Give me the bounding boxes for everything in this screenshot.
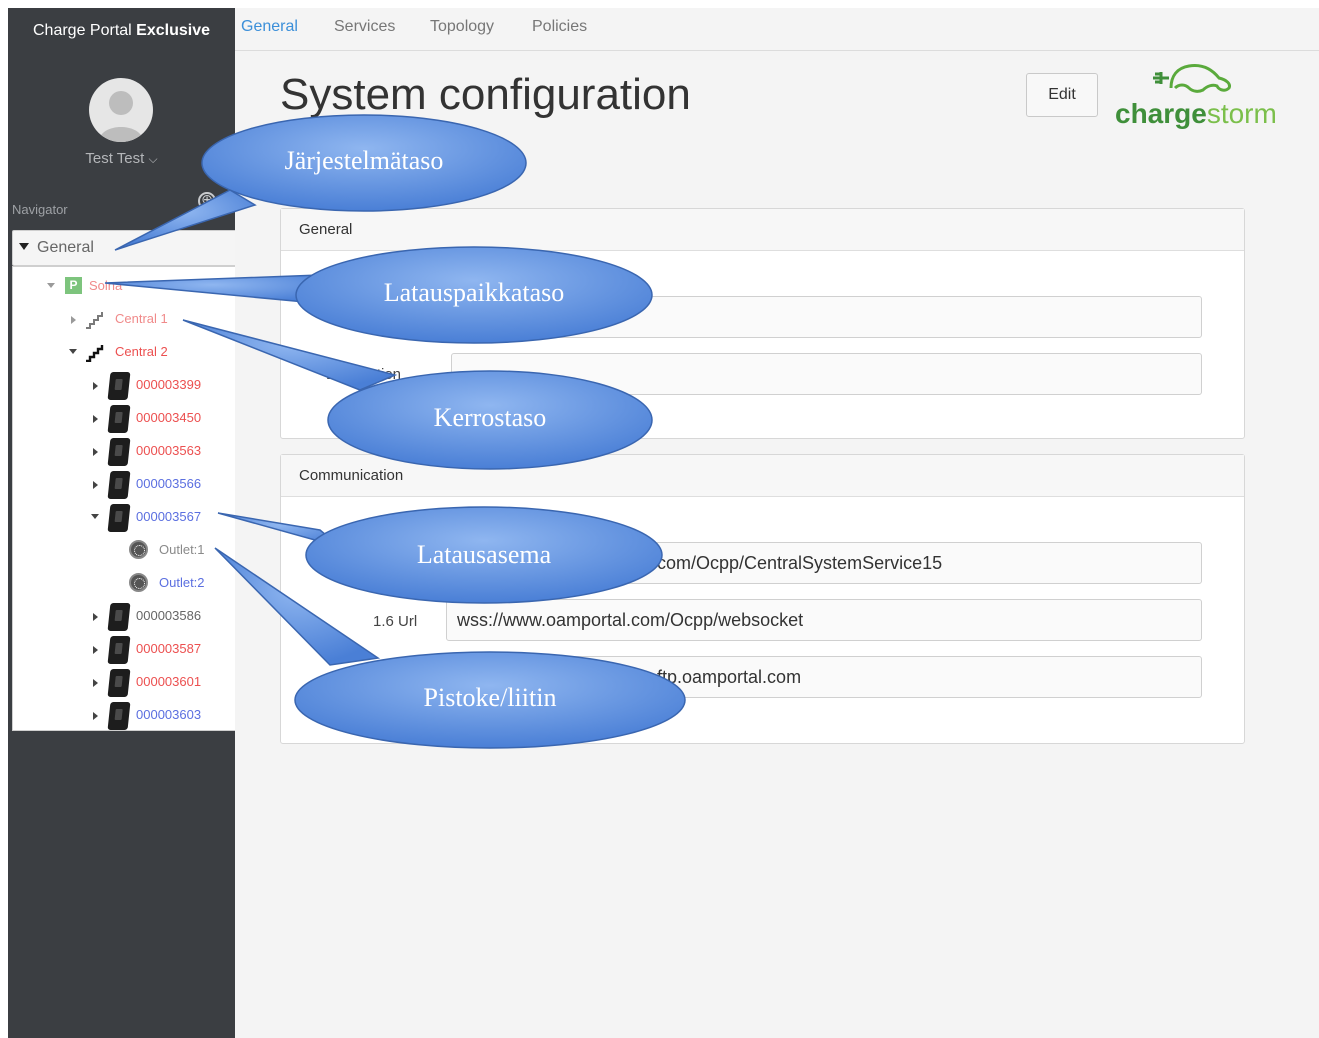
- tab-policies[interactable]: Policies: [532, 18, 587, 36]
- stairs-icon: [86, 345, 104, 362]
- callout-outlet-text: Pistoke/liitin: [423, 683, 557, 712]
- caret-down-icon: [19, 243, 29, 250]
- expand-caret-icon[interactable]: [93, 382, 98, 390]
- stairs-icon: [86, 312, 103, 329]
- user-name: Test Test: [85, 150, 145, 167]
- logo-rest: storm: [1206, 98, 1277, 129]
- logo-wordmark: chargestorm: [1115, 98, 1277, 130]
- expand-caret-icon[interactable]: [71, 316, 76, 324]
- parking-icon: P: [65, 277, 82, 294]
- ocpp16-url-label: 1.6 Url: [373, 613, 418, 630]
- chargestorm-logo: chargestorm: [1115, 54, 1290, 134]
- communication-panel-title: Communication: [299, 467, 404, 484]
- tree-node-floor[interactable]: Central 2: [69, 343, 249, 365]
- charger-icon: [107, 669, 131, 697]
- tree-node-label: Outlet:1: [159, 542, 205, 557]
- app-brand[interactable]: Charge Portal Exclusive: [8, 22, 235, 40]
- tree-node-label: 000003601: [136, 674, 202, 689]
- callout-site-level-text: Latauspaikkataso: [383, 278, 565, 307]
- tree-node-label: 000003566: [136, 476, 202, 491]
- ocpp16-url-value: wss://www.oamportal.com/Ocpp/websocket: [457, 610, 804, 630]
- tree-node-label: 000003587: [136, 641, 202, 656]
- charger-icon: [107, 405, 131, 433]
- tab-general[interactable]: General: [241, 18, 298, 36]
- tree-node-label: 000003567: [136, 509, 202, 524]
- add-icon[interactable]: ⊕: [198, 192, 216, 210]
- charger-icon: [107, 603, 131, 631]
- tab-bar: General Services Topology Policies: [235, 8, 1319, 51]
- sidebar: Charge Portal Exclusive Test Test ⌵ Navi…: [8, 8, 310, 1038]
- communication-panel-header: Communication: [281, 455, 1244, 497]
- charger-icon: [107, 636, 131, 664]
- avatar[interactable]: [89, 78, 153, 142]
- charger-icon: [107, 438, 131, 466]
- tree-node-label: Central 1: [115, 311, 168, 326]
- plug-car-icon: [1153, 64, 1231, 93]
- expand-caret-icon[interactable]: [93, 712, 98, 720]
- tree-node-label: Outlet:2: [159, 575, 205, 590]
- general-panel-title: General: [299, 221, 353, 238]
- user-menu[interactable]: Test Test ⌵: [8, 150, 235, 167]
- callout-station-text: Latausasema: [416, 540, 552, 569]
- tree-node-label: 000003586: [136, 608, 202, 623]
- tree-node-outlet[interactable]: Outlet:2: [129, 573, 249, 596]
- expand-caret-icon[interactable]: [69, 349, 77, 354]
- expand-caret-icon[interactable]: [93, 448, 98, 456]
- tree-node-label: Central 2: [115, 344, 168, 359]
- edit-button[interactable]: Edit: [1026, 73, 1098, 117]
- navigator-select-value: General: [37, 239, 94, 256]
- outlet-icon: [129, 573, 148, 592]
- callout-floor-level-text: Kerrostaso: [433, 403, 547, 432]
- brand-plain: Charge Portal: [33, 22, 132, 39]
- description-field[interactable]: [451, 353, 1202, 395]
- general-panel-header: General: [281, 209, 1244, 251]
- description-label: Description: [326, 366, 402, 383]
- outlet-icon: [129, 540, 148, 559]
- expand-caret-icon[interactable]: [93, 481, 98, 489]
- expand-caret-icon[interactable]: [93, 613, 98, 621]
- charger-icon: [107, 372, 131, 400]
- ocpp16-url-field[interactable]: wss://www.oamportal.com/Ocpp/websocket: [446, 599, 1202, 641]
- expand-caret-icon[interactable]: [47, 283, 55, 288]
- chevron-down-icon: ⌵: [148, 152, 158, 166]
- tree-node-floor[interactable]: Central 1: [69, 310, 249, 332]
- expand-caret-icon[interactable]: [93, 415, 98, 423]
- tree-node-label: 000003563: [136, 443, 202, 458]
- navigator-label: Navigator: [12, 202, 68, 217]
- page-title: System configuration: [280, 70, 691, 119]
- expand-caret-icon[interactable]: [91, 514, 99, 519]
- tree-node-label: 000003399: [136, 377, 202, 392]
- logo-bold: charge: [1115, 98, 1207, 129]
- brand-bold: Exclusive: [136, 22, 210, 39]
- user-silhouette-icon: [99, 91, 143, 142]
- tree-node-label: 000003603: [136, 707, 202, 722]
- tree-node-site[interactable]: P Solna: [47, 277, 227, 299]
- ocpp15-url-value: com/Ocpp/CentralSystemService15: [657, 553, 943, 573]
- tree-node-outlet[interactable]: Outlet:1: [129, 540, 249, 563]
- charger-icon: [107, 702, 131, 730]
- charger-icon: [107, 471, 131, 499]
- callout-system-level-text: Järjestelmätaso: [284, 146, 444, 175]
- expand-caret-icon[interactable]: [93, 679, 98, 687]
- tree-node-label: Solna: [89, 278, 123, 293]
- tab-topology[interactable]: Topology: [430, 18, 494, 36]
- tab-services[interactable]: Services: [334, 18, 395, 36]
- tree-node-label: 000003450: [136, 410, 202, 425]
- charger-icon: [107, 504, 131, 532]
- expand-caret-icon[interactable]: [93, 646, 98, 654]
